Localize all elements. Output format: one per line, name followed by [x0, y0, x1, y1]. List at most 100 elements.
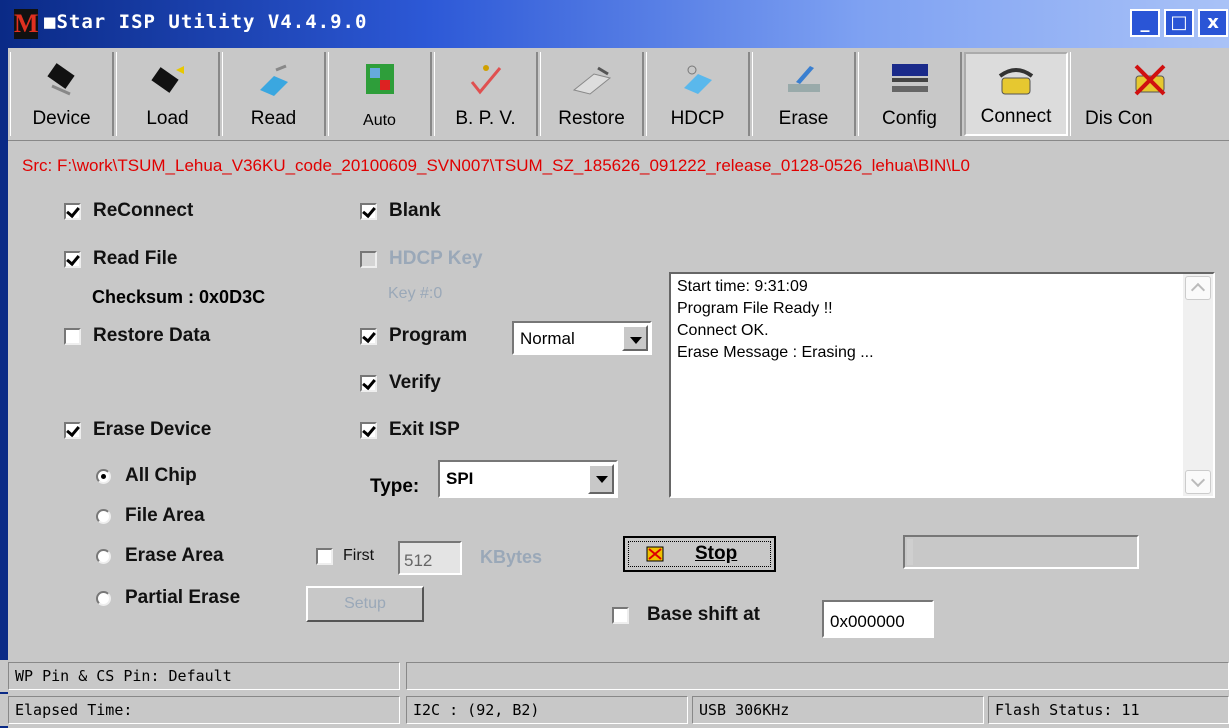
checkbox-box[interactable] [360, 374, 377, 392]
minimize-button[interactable]: _ [1130, 9, 1160, 37]
restore-label: Restore [558, 108, 625, 129]
i2c-status: I2C : (92, B2) [406, 696, 688, 724]
flash-status: Flash Status: 11 [988, 696, 1229, 724]
usb-status: USB 306KHz [692, 696, 984, 724]
restore-data-label: Restore Data [93, 325, 211, 346]
file-area-radio[interactable]: File Area [96, 505, 205, 527]
connect-button[interactable]: Connect [964, 52, 1068, 136]
base-shift-checkbox[interactable]: Base shift at [612, 604, 760, 626]
chevron-down-icon[interactable] [588, 464, 614, 494]
key-number-text: Key #:0 [388, 285, 443, 302]
chip-load-icon [150, 66, 184, 93]
status-bar-top: WP Pin & CS Pin: Default [0, 660, 1229, 692]
program-label: Program [389, 325, 468, 346]
app-window: M ■Star ISP Utility V4.4.9.0 _ □ x Devic… [0, 0, 1229, 728]
erase-area-radio[interactable]: Erase Area [96, 545, 224, 567]
radio-dot[interactable] [96, 548, 111, 564]
exit-isp-label: Exit ISP [389, 419, 460, 440]
checkbox-box[interactable] [64, 421, 81, 439]
chevron-down-icon[interactable] [622, 325, 648, 351]
restore-data-checkbox[interactable]: Restore Data [64, 325, 210, 347]
mstar-logo-icon: M [14, 9, 39, 39]
log-line: Erase Message : Erasing ... [677, 344, 874, 361]
progress-bar [903, 535, 1139, 569]
restore-icon [572, 66, 611, 95]
first-value: 512 [404, 551, 433, 570]
log-line: Connect OK. [677, 322, 769, 339]
auto-button[interactable]: Auto [328, 52, 432, 136]
hdcp-label: HDCP [670, 108, 725, 129]
checkbox-box[interactable] [64, 327, 81, 345]
verify-checkbox[interactable]: Verify [360, 372, 441, 394]
type-select[interactable]: SPI [438, 460, 618, 498]
radio-dot[interactable] [96, 508, 111, 524]
bpv-label: B. P. V. [455, 108, 516, 129]
disconnect-label: Dis Con [1085, 108, 1153, 129]
disconnect-button[interactable]: Dis Con [1070, 52, 1229, 136]
connect-label: Connect [980, 106, 1052, 127]
scroll-up-icon[interactable] [1185, 276, 1211, 300]
stop-label: Stop [695, 543, 738, 564]
exit-isp-checkbox[interactable]: Exit ISP [360, 419, 460, 441]
read-button[interactable]: Read [222, 52, 326, 136]
erase-icon [787, 66, 820, 92]
device-button[interactable]: Device [10, 52, 114, 136]
scroll-down-icon[interactable] [1185, 470, 1211, 494]
config-label: Config [882, 108, 937, 129]
maximize-button[interactable]: □ [1164, 9, 1194, 37]
checkbox-box [360, 250, 377, 268]
checkbox-box[interactable] [360, 421, 377, 439]
erase-area-label: Erase Area [125, 545, 224, 566]
source-path: Src: F:\work\TSUM_Lehua_V36KU_code_20100… [22, 156, 970, 175]
setup-button[interactable]: Setup [306, 586, 424, 622]
checkbox-box[interactable] [360, 202, 377, 220]
restore-button[interactable]: Restore [540, 52, 644, 136]
hdcp-key-checkbox: HDCP Key [360, 248, 483, 270]
hdcp-button[interactable]: HDCP [646, 52, 750, 136]
file-area-label: File Area [125, 505, 205, 526]
checkbox-box[interactable] [360, 327, 377, 345]
load-button[interactable]: Load [116, 52, 220, 136]
checkbox-box[interactable] [64, 250, 81, 268]
blank-checkbox[interactable]: Blank [360, 200, 441, 222]
log-scrollbar[interactable] [1183, 274, 1213, 496]
close-button[interactable]: x [1198, 9, 1228, 37]
radio-dot[interactable] [96, 590, 111, 606]
erase-device-label: Erase Device [93, 419, 212, 440]
base-shift-input[interactable]: 0x000000 [822, 600, 934, 638]
chip-icon [46, 63, 75, 96]
partial-erase-radio[interactable]: Partial Erase [96, 587, 240, 609]
auto-icon [365, 64, 394, 94]
read-icon [259, 64, 288, 96]
read-file-checkbox[interactable]: Read File [64, 248, 177, 270]
first-label: First [343, 547, 375, 564]
checkbox-box[interactable] [316, 547, 333, 565]
type-label: Type: [370, 476, 420, 497]
kbytes-label: KBytes [480, 547, 543, 567]
progress-fill [907, 539, 913, 565]
checksum-text: Checksum : 0x0D3C [92, 287, 266, 307]
program-checkbox[interactable]: Program [360, 325, 467, 347]
status-bar-bottom: Elapsed Time: I2C : (92, B2) USB 306KHz … [0, 694, 1229, 726]
window-title: ■Star ISP Utility V4.4.9.0 [44, 11, 368, 33]
erase-button[interactable]: Erase [752, 52, 856, 136]
first-kbytes-input[interactable]: 512 [398, 541, 462, 575]
status-pane-empty [406, 662, 1229, 690]
elapsed-time-status: Elapsed Time: [8, 696, 400, 724]
bpv-button[interactable]: B. P. V. [434, 52, 538, 136]
first-checkbox[interactable]: First [316, 547, 374, 565]
reconnect-checkbox[interactable]: ReConnect [64, 200, 193, 222]
config-button[interactable]: Config [858, 52, 962, 136]
stop-button[interactable]: Stop [623, 536, 776, 572]
erase-device-checkbox[interactable]: Erase Device [64, 419, 211, 441]
all-chip-radio[interactable]: All Chip [96, 465, 197, 487]
base-shift-label: Base shift at [647, 604, 760, 625]
log-output[interactable]: Start time: 9:31:09 Program File Ready !… [669, 272, 1215, 498]
radio-dot[interactable] [96, 468, 111, 484]
log-line: Start time: 9:31:09 [677, 278, 808, 295]
checkbox-box[interactable] [612, 606, 629, 624]
partial-erase-label: Partial Erase [125, 587, 241, 608]
program-mode-select[interactable]: Normal [512, 321, 652, 355]
device-label: Device [32, 108, 91, 129]
checkbox-box[interactable] [64, 202, 81, 220]
